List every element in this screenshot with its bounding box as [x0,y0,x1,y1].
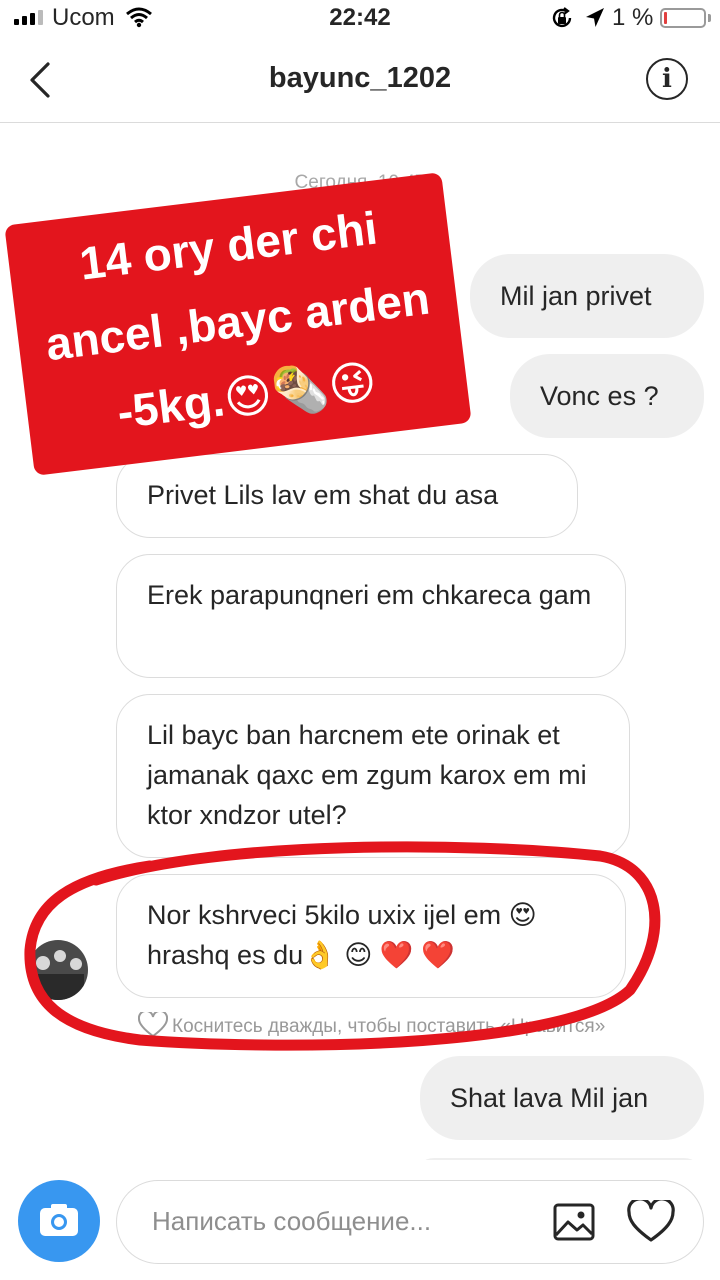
message-input-placeholder: Написать сообщение... [152,1206,432,1236]
heart-icon[interactable] [626,1197,676,1249]
red-text-sticker: 14 ory der chi ancel ,bayc arden -5kg.😍🌯… [4,172,472,476]
camera-icon[interactable] [18,1180,100,1262]
message-composer: Написать сообщение... [0,1160,720,1280]
gallery-icon[interactable] [552,1202,596,1247]
